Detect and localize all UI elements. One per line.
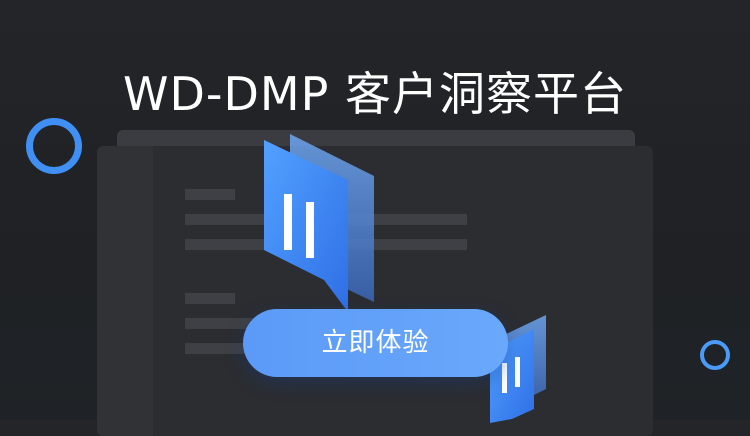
banner-title: WD-DMP 客户洞察平台 — [123, 67, 627, 121]
circle-ring-icon — [700, 340, 730, 370]
placeholder-bar — [185, 293, 235, 304]
window-sidebar — [97, 146, 153, 436]
placeholder-bar — [185, 189, 235, 200]
try-now-button[interactable]: 立即体验 — [243, 309, 508, 377]
document-pause-logo-icon — [264, 134, 374, 312]
circle-ring-icon — [26, 118, 82, 174]
